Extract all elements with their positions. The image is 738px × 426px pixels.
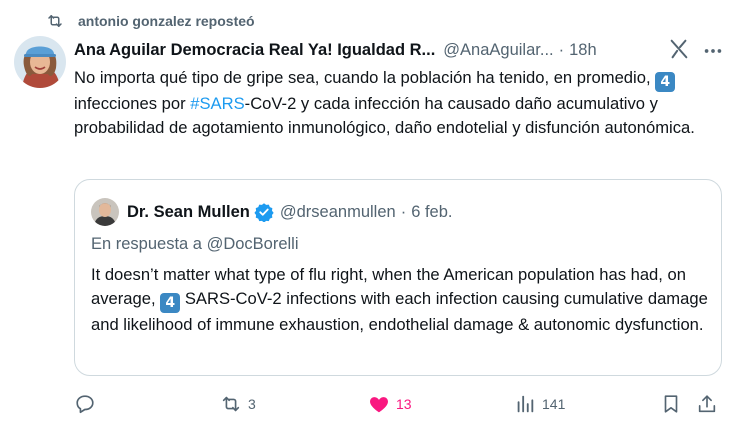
repost-icon [222,396,240,412]
tweet-card[interactable]: antonio gonzalez reposteó Ana Aguilar De… [0,0,738,426]
quoted-timestamp[interactable]: 6 feb. [411,203,452,222]
action-bar: 3 13 141 [74,390,724,418]
reply-button[interactable] [74,390,102,418]
tweet-text: No importa qué tipo de gripe sea, cuando… [74,66,714,140]
quoted-tweet[interactable]: Dr. Sean Mullen @drseanmullen · 6 feb. E… [74,179,722,376]
hashtag-link[interactable]: #SARS [190,94,244,113]
separator-dot: · [400,202,407,221]
quoted-author-handle[interactable]: @drseanmullen [280,203,396,222]
keycap-four-emoji: 4 [655,72,676,92]
tweet-header: Ana Aguilar Democracia Real Ya! Igualdad… [74,38,724,62]
views-button[interactable]: 141 [514,390,565,418]
reply-icon [76,395,94,414]
quoted-text-part2: SARS-CoV-2 infections with each infectio… [91,289,708,334]
like-button[interactable]: 13 [368,390,412,418]
author-avatar[interactable] [14,36,66,88]
verified-badge-icon [254,203,274,222]
repost-button[interactable]: 3 [220,390,256,418]
tweet-text-part2: infecciones por [74,94,186,113]
keycap-four-emoji: 4 [160,293,181,313]
separator-dot: · [558,40,565,59]
more-options-icon[interactable] [702,40,724,62]
grok-icon[interactable] [668,38,690,60]
quoted-author-avatar[interactable] [91,198,119,226]
tweet-timestamp[interactable]: 18h [569,41,597,60]
reply-to-label[interactable]: En respuesta a @DocBorelli [91,235,299,254]
share-button[interactable] [696,390,718,418]
bookmark-button[interactable] [660,390,682,418]
tweet-text-part1: No importa qué tipo de gripe sea, cuando… [74,68,651,87]
bookmark-icon [664,395,678,413]
repost-indicator[interactable]: antonio gonzalez reposteó [46,10,255,32]
quoted-author-name[interactable]: Dr. Sean Mullen [127,203,250,222]
share-icon [698,395,716,413]
author-name[interactable]: Ana Aguilar Democracia Real Ya! Igualdad… [74,41,435,60]
views-chart-icon [517,395,534,413]
quoted-tweet-text: It doesn’t matter what type of flu right… [91,263,715,337]
like-count: 13 [396,396,412,412]
heart-filled-icon [370,397,388,413]
repost-icon [48,15,62,27]
views-count: 141 [542,396,566,412]
quoted-tweet-header: Dr. Sean Mullen @drseanmullen · 6 feb. [91,198,691,226]
author-handle[interactable]: @AnaAguilar... [443,41,553,60]
repost-label: antonio gonzalez reposteó [78,13,255,29]
repost-count: 3 [248,396,256,412]
